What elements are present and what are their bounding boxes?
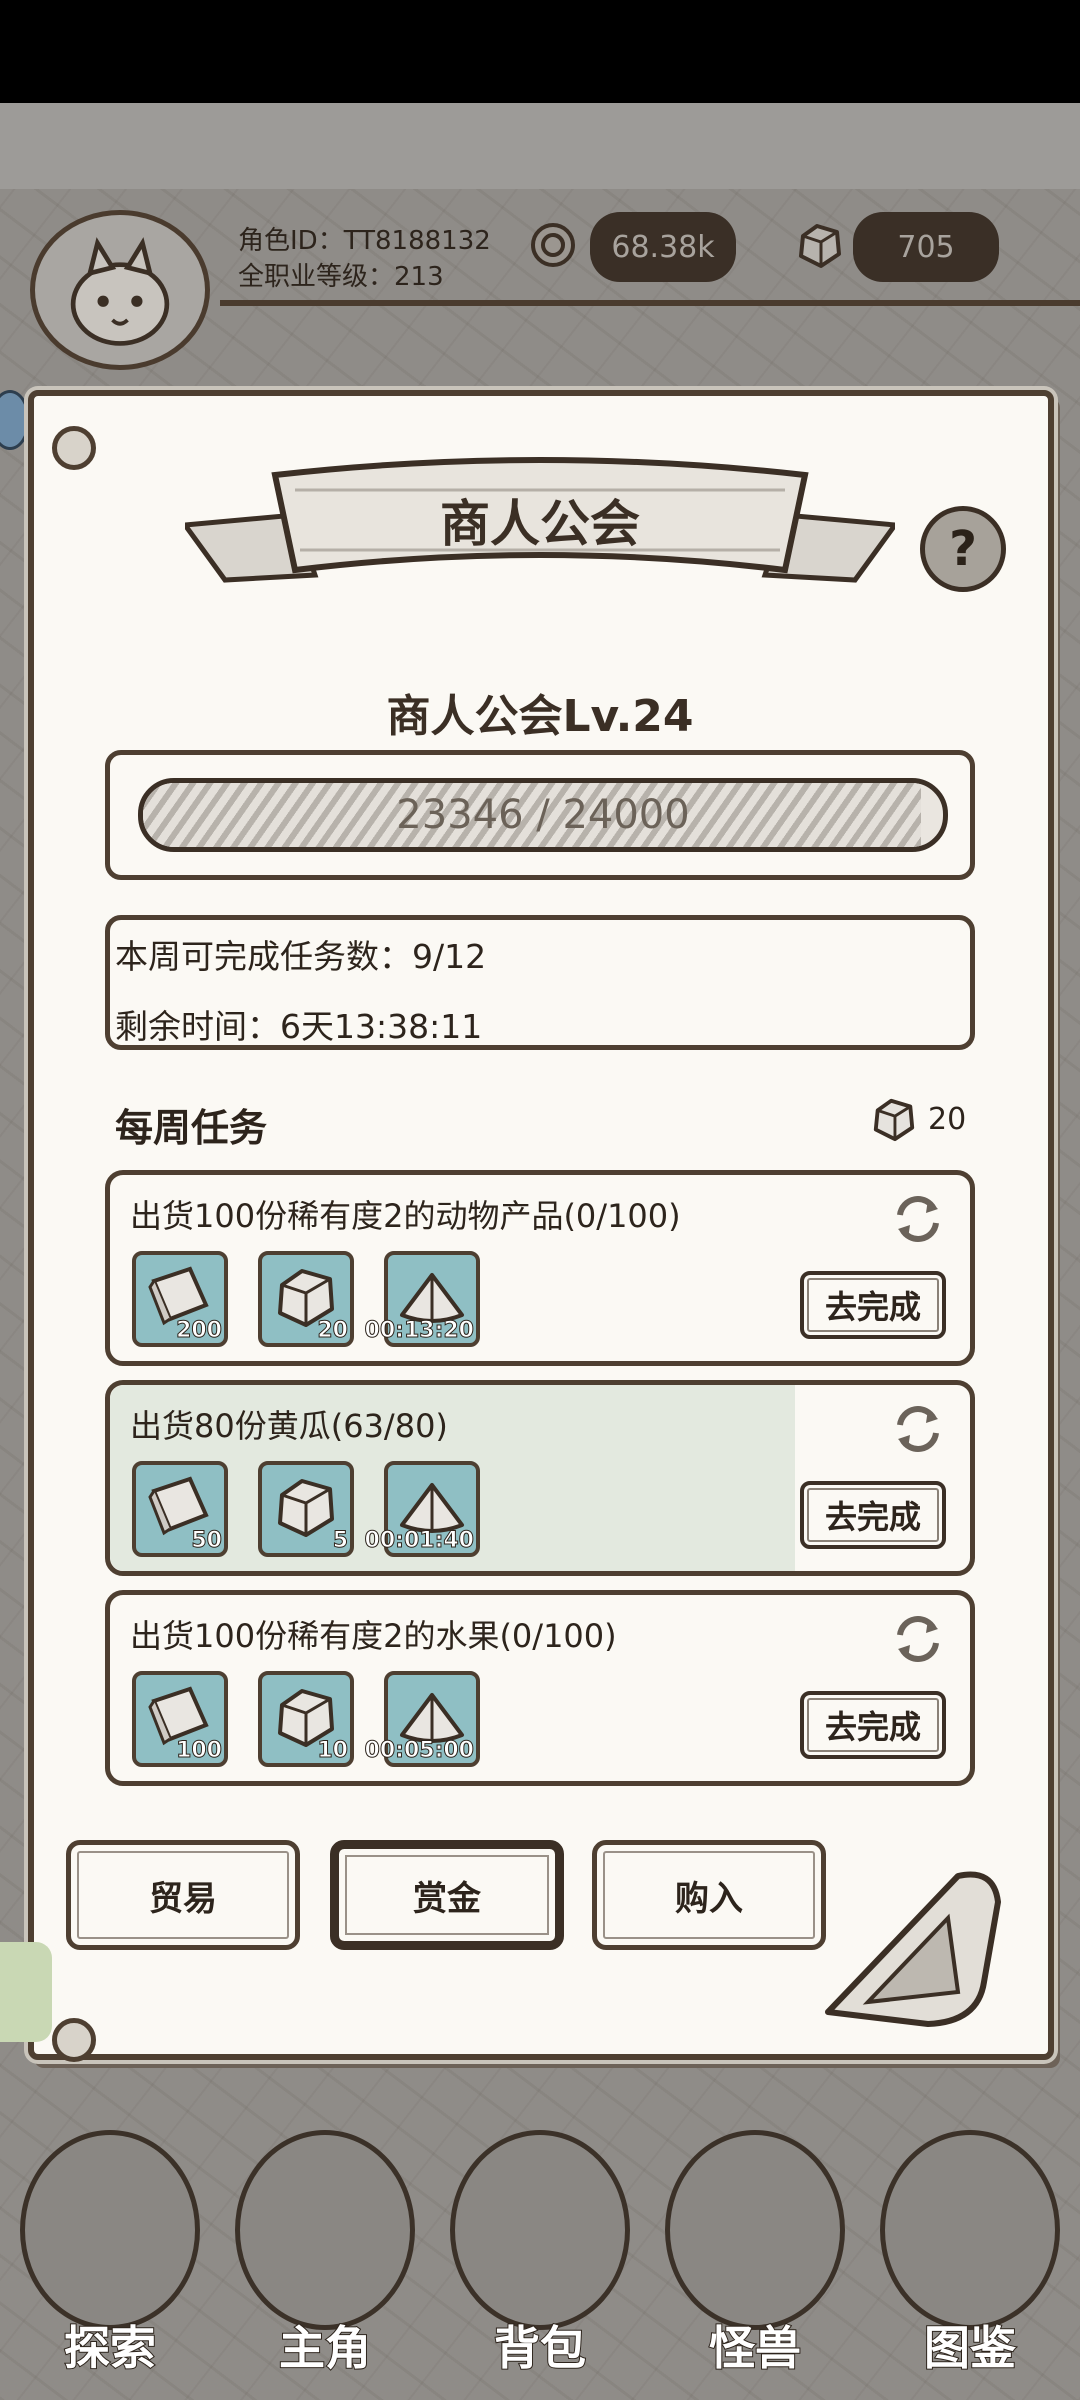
task-card: 出货100份稀有度2的动物产品(0/100) 200 20 00:13:20 去… — [105, 1170, 975, 1366]
reward-count: 50 — [191, 1528, 223, 1554]
task-card: 出货100份稀有度2的水果(0/100) 100 10 00:05:00 去完成 — [105, 1590, 975, 1786]
panel-ring-bottom — [52, 2018, 96, 2062]
header-divider — [220, 300, 1080, 306]
nav-monster[interactable]: 怪兽 — [655, 2120, 855, 2400]
book-icon — [880, 2130, 1060, 2330]
refresh-icon[interactable] — [890, 1401, 946, 1457]
nav-explore[interactable]: 探索 — [10, 2120, 210, 2400]
nav-hero[interactable]: 主角 — [225, 2120, 425, 2400]
go-complete-button[interactable]: 去完成 — [800, 1691, 946, 1759]
player-avatar[interactable] — [30, 210, 210, 370]
cat-face-icon — [70, 237, 170, 346]
reward-count: 10 — [317, 1738, 349, 1764]
progress-text: 23346 / 24000 — [396, 792, 690, 838]
nav-codex[interactable]: 图鉴 — [870, 2120, 1070, 2400]
tab-bounty[interactable]: 赏金 — [330, 1840, 564, 1950]
gem-icon[interactable]: 5 — [258, 1461, 354, 1557]
reward-count: 00:05:00 — [364, 1738, 474, 1764]
reward-count: 00:01:40 — [364, 1528, 474, 1554]
nav-label: 探索 — [63, 2320, 157, 2376]
hero-helmet-icon — [235, 2130, 415, 2330]
refresh-icon[interactable] — [890, 1191, 946, 1247]
guild-level: 商人公会Lv.24 — [386, 691, 694, 742]
top-band — [0, 103, 1080, 189]
tab-purchase[interactable]: 购入 — [592, 1840, 826, 1950]
time-pile-icon[interactable]: 00:01:40 — [364, 1461, 480, 1557]
task-card: 出货80份黄瓜(63/80) 50 5 00:01:40 去完成 — [105, 1380, 975, 1576]
exp-book-icon[interactable]: 50 — [132, 1461, 228, 1557]
help-button[interactable]: ? — [920, 506, 1006, 592]
task-title: 出货100份稀有度2的动物产品(0/100) — [130, 1197, 681, 1235]
monster-eye-icon — [665, 2130, 845, 2330]
page-corner-close-icon[interactable] — [808, 1862, 1006, 2034]
nav-label: 主角 — [278, 2320, 372, 2376]
tab-trade[interactable]: 贸易 — [66, 1840, 300, 1950]
panel-ring-top — [52, 426, 96, 470]
backpack-icon — [450, 2130, 630, 2330]
exp-book-icon[interactable]: 200 — [132, 1251, 228, 1347]
gem-icon — [873, 1098, 915, 1142]
time-pile-icon[interactable]: 00:13:20 — [364, 1251, 480, 1347]
status-bar — [0, 0, 1080, 103]
task-title: 出货80份黄瓜(63/80) — [130, 1407, 448, 1445]
reward-count: 00:13:20 — [364, 1318, 474, 1344]
exp-book-icon[interactable]: 100 — [132, 1671, 228, 1767]
go-complete-button[interactable]: 去完成 — [800, 1481, 946, 1549]
ship-icon — [20, 2130, 200, 2330]
guild-progress-bar: 23346 / 24000 — [138, 778, 948, 852]
nav-label: 怪兽 — [708, 2320, 802, 2376]
reward-count: 200 — [176, 1318, 223, 1344]
gem-icon[interactable]: 20 — [258, 1251, 354, 1347]
coin-counter[interactable]: 68.38k — [590, 212, 736, 282]
weekly-tasks-title: 每周任务 — [115, 1106, 268, 1150]
weekly-gem-reward: 20 — [928, 1102, 967, 1137]
time-pile-icon[interactable]: 00:05:00 — [364, 1671, 480, 1767]
player-id: 角色ID：TT8188132 — [238, 226, 491, 256]
coin-icon — [531, 223, 575, 267]
side-plant-icon — [0, 1942, 52, 2042]
panel-title: 商人公会 — [440, 495, 640, 553]
task-title: 出货100份稀有度2的水果(0/100) — [130, 1617, 617, 1655]
reward-count: 100 — [176, 1738, 223, 1764]
nav-label: 背包 — [493, 2320, 587, 2376]
nav-label: 图鉴 — [923, 2320, 1017, 2376]
nav-backpack[interactable]: 背包 — [440, 2120, 640, 2400]
time-left: 剩余时间：6天13:38:11 — [115, 1007, 483, 1046]
refresh-icon[interactable] — [890, 1611, 946, 1667]
player-level: 全职业等级：213 — [238, 262, 444, 292]
gem-counter[interactable]: 705 — [853, 212, 999, 282]
reward-count: 5 — [332, 1528, 348, 1554]
go-complete-button[interactable]: 去完成 — [800, 1271, 946, 1339]
weekly-tasks-left: 本周可完成任务数：9/12 — [115, 937, 487, 976]
gem-icon[interactable]: 10 — [258, 1671, 354, 1767]
reward-count: 20 — [317, 1318, 349, 1344]
gem-icon — [799, 224, 841, 268]
